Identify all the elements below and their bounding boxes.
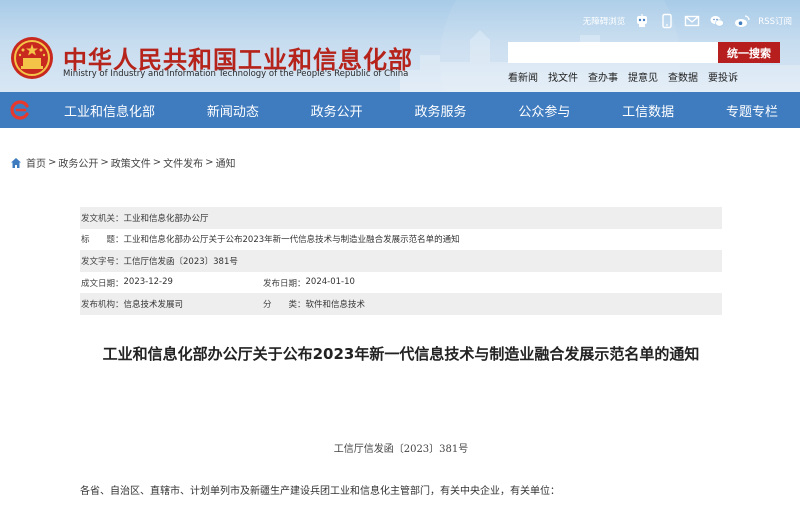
breadcrumb-home[interactable]: 首页 (26, 155, 46, 170)
nav-item-ministry[interactable]: 工业和信息化部 (64, 101, 155, 120)
created-date-value: 2023-12-29 (123, 276, 173, 287)
quick-link-complaint[interactable]: 要投诉 (708, 69, 738, 84)
meta-row-dates: 成文日期： 2023-12-29 发布日期： 2024-01-10 (80, 272, 722, 294)
breadcrumb-separator: > (205, 157, 214, 168)
unified-search-button[interactable]: 统一搜索 (718, 42, 780, 63)
document-metadata-table: 发文机关： 工业和信息化部办公厅 标 题： 工业和信息化部办公厅关于公布2023年新… (80, 207, 722, 315)
mail-icon[interactable] (683, 13, 700, 30)
site-header: 中华人民共和国工业和信息化部 Ministry of Industry and … (0, 0, 800, 92)
breadcrumb-government-affairs[interactable]: 政务公开 (58, 155, 98, 170)
category-label: 分 类： (263, 300, 306, 311)
title-value: 工业和信息化部办公厅关于公布2023年新一代信息技术与制造业融合发展示范名单的通… (123, 235, 460, 246)
issuer-label: 发文机关： (81, 213, 124, 224)
created-date-label: 成文日期： (81, 278, 124, 289)
quick-link-services[interactable]: 查办事 (588, 69, 618, 84)
quick-link-documents[interactable]: 找文件 (548, 69, 578, 84)
main-navigation: 工业和信息化部 新闻动态 政务公开 政务服务 公众参与 工信数据 专题专栏 (0, 92, 800, 128)
wechat-icon[interactable] (708, 13, 725, 30)
published-date-label: 发布日期： (263, 278, 306, 289)
docno-label: 发文字号： (81, 256, 124, 267)
site-subtitle: Ministry of Industry and Information Tec… (63, 69, 409, 79)
home-icon (11, 157, 21, 168)
top-toolbar: 无障碍浏览 RSS订阅 (583, 12, 792, 30)
meta-row-title: 标 题： 工业和信息化部办公厅关于公布2023年新一代信息技术与制造业融合发展示范… (80, 229, 722, 251)
nav-item-services[interactable]: 政务服务 (414, 101, 466, 120)
meta-row-org: 发布机构： 信息技术发展司 分 类： 软件和信息技术 (80, 293, 722, 315)
breadcrumb-policy-documents[interactable]: 政策文件 (111, 155, 151, 170)
robot-assistant-icon[interactable] (633, 13, 650, 30)
breadcrumb-notice[interactable]: 通知 (216, 155, 236, 170)
meta-row-docno: 发文字号： 工信厅信发函〔2023〕381号 (80, 250, 722, 272)
rss-subscribe-link[interactable]: RSS订阅 (758, 15, 792, 27)
breadcrumb-document-release[interactable]: 文件发布 (163, 155, 203, 170)
national-emblem-icon (11, 37, 53, 79)
category-value: 软件和信息技术 (305, 300, 366, 311)
article-salutation: 各省、自治区、直辖市、计划单列市及新疆生产建设兵团工业和信息化主管部门，有关中央… (80, 486, 560, 497)
quick-link-data[interactable]: 查数据 (668, 69, 698, 84)
breadcrumb-separator: > (48, 157, 57, 168)
meta-row-issuer: 发文机关： 工业和信息化部办公厅 (80, 207, 722, 229)
nav-item-data[interactable]: 工信数据 (622, 101, 674, 120)
title-label: 标 题： (81, 235, 124, 246)
search-bar: 统一搜索 (508, 42, 780, 63)
search-input[interactable] (508, 42, 718, 63)
breadcrumb: 首页 > 政务公开 > 政策文件 > 文件发布 > 通知 (10, 155, 236, 170)
accessible-browsing-link[interactable]: 无障碍浏览 (583, 15, 626, 27)
quick-links: 看新闻 找文件 查办事 提意见 查数据 要投诉 (508, 69, 738, 84)
breadcrumb-separator: > (100, 157, 109, 168)
nav-item-special-topics[interactable]: 专题专栏 (726, 101, 778, 120)
weibo-icon[interactable] (733, 13, 750, 30)
nav-item-government-affairs[interactable]: 政务公开 (311, 101, 363, 120)
article-title: 工业和信息化部办公厅关于公布2023年新一代信息技术与制造业融合发展示范名单的通… (102, 345, 700, 363)
issuer-value: 工业和信息化部办公厅 (123, 213, 209, 224)
nav-item-public-participation[interactable]: 公众参与 (518, 101, 570, 120)
quick-link-feedback[interactable]: 提意见 (628, 69, 658, 84)
article-doc-number: 工信厅信发函〔2023〕381号 (333, 444, 469, 455)
quick-link-news[interactable]: 看新闻 (508, 69, 538, 84)
nav-item-news[interactable]: 新闻动态 (207, 101, 259, 120)
org-label: 发布机构： (81, 300, 124, 311)
published-date-value: 2024-01-10 (305, 276, 355, 287)
mobile-icon[interactable] (658, 13, 675, 30)
nav-logo-icon[interactable] (0, 92, 40, 128)
breadcrumb-separator: > (152, 157, 162, 168)
docno-value: 工信厅信发函〔2023〕381号 (123, 256, 238, 267)
org-value: 信息技术发展司 (123, 300, 184, 311)
